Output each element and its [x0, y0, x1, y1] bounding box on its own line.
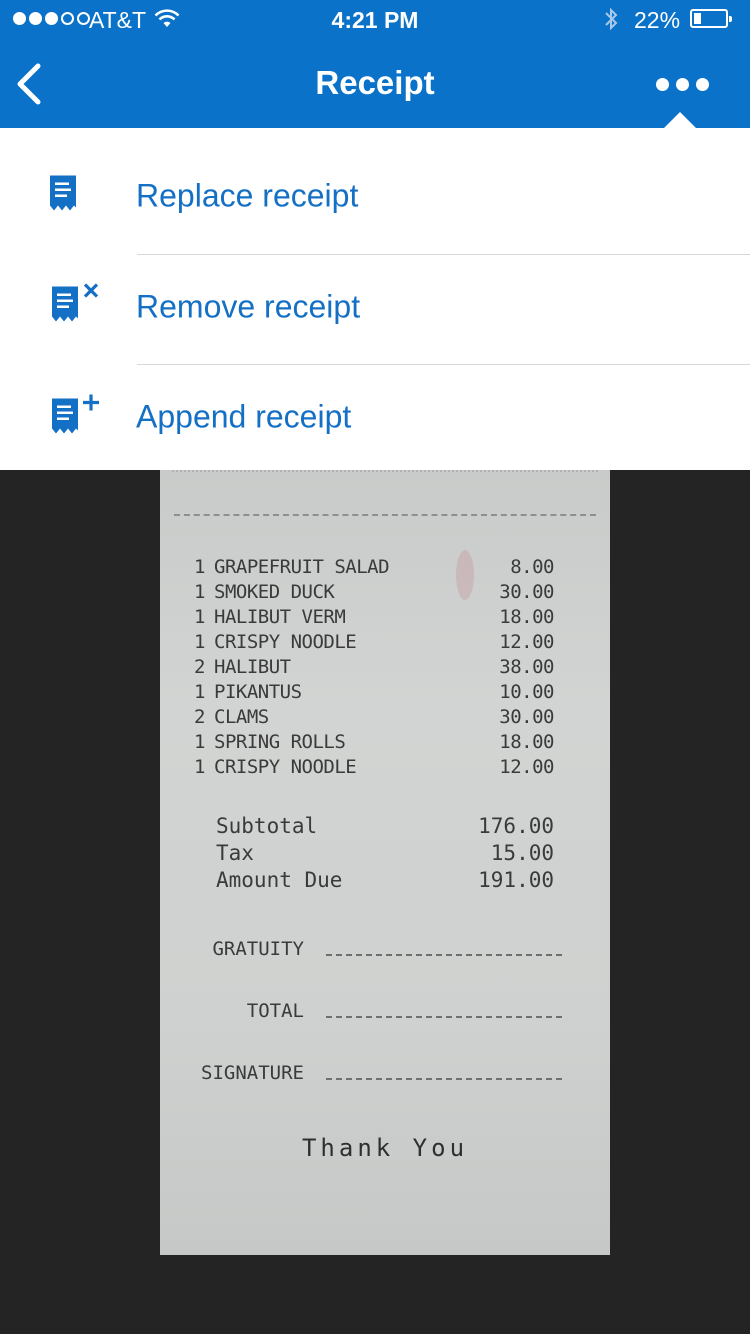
menu-item-label: Append receipt: [136, 398, 352, 435]
subtotal-row: Subtotal 176.00: [216, 814, 554, 841]
amount-due-row: Amount Due 191.00: [216, 868, 554, 895]
receipt-line-item: 2 HALIBUT 38.00: [194, 656, 554, 681]
receipt-line-item: 1 CRISPY NOODLE 12.00: [194, 756, 554, 781]
menu-item-label: Remove receipt: [136, 288, 361, 325]
menu-item-append-receipt[interactable]: Append receipt: [0, 369, 750, 479]
bluetooth-icon: [603, 6, 619, 38]
receipt-line-item: 1 PIKANTUS 10.00: [194, 681, 554, 706]
menu-item-replace-receipt[interactable]: Replace receipt: [0, 148, 750, 258]
menu-item-label: Replace receipt: [136, 177, 359, 214]
line-item-name: PIKANTUS: [214, 681, 302, 703]
receipt-line-item: 1 SPRING ROLLS 18.00: [194, 731, 554, 756]
line-item-name: HALIBUT: [214, 656, 291, 678]
line-item-name: HALIBUT VERM: [214, 606, 346, 628]
receipt-add-icon: [48, 393, 104, 442]
amount-due-label: Amount Due: [216, 868, 343, 892]
line-item-qty: 2: [194, 706, 205, 728]
battery-icon: [690, 9, 732, 28]
amount-due-value: 191.00: [478, 868, 554, 892]
subtotal-label: Subtotal: [216, 814, 318, 838]
receipt-line-item: 2 CLAMS 30.00: [194, 706, 554, 731]
tax-row: Tax 15.00: [216, 841, 554, 868]
signature-field: SIGNATURE: [160, 1062, 610, 1092]
line-item-name: SMOKED DUCK: [214, 581, 335, 603]
line-item-qty: 1: [194, 756, 205, 778]
line-item-qty: 2: [194, 656, 205, 678]
line-item-price: 18.00: [499, 731, 554, 753]
line-item-price: 12.00: [499, 756, 554, 778]
menu-item-remove-receipt[interactable]: Remove receipt: [0, 259, 750, 369]
line-item-name: GRAPEFRUIT SALAD: [214, 556, 390, 578]
more-dots-icon: [656, 78, 669, 91]
receipt-divider: [174, 514, 596, 516]
receipt-image: 1 GRAPEFRUIT SALAD 8.00 1 SMOKED DUCK 30.00 1 H…: [160, 470, 610, 1255]
receipt-line-item: 1 GRAPEFRUIT SALAD 8.00: [194, 556, 554, 581]
line-item-qty: 1: [194, 681, 205, 703]
gratuity-label: GRATUITY: [212, 938, 304, 960]
line-item-qty: 1: [194, 631, 205, 653]
line-item-name: CLAMS: [214, 706, 269, 728]
menu-divider: [137, 364, 750, 365]
line-item-price: 12.00: [499, 631, 554, 653]
line-item-name: SPRING ROLLS: [214, 731, 346, 753]
more-options-button[interactable]: [656, 78, 709, 91]
tax-label: Tax: [216, 841, 254, 865]
signature-label: SIGNATURE: [201, 1062, 304, 1084]
line-item-price: 30.00: [499, 581, 554, 603]
receipt-options-menu: Replace receipt Remove receipt Append re…: [0, 128, 750, 470]
battery-percent: 22%: [634, 7, 681, 33]
subtotal-value: 176.00: [478, 814, 554, 838]
menu-divider: [137, 254, 750, 255]
line-item-price: 8.00: [510, 556, 554, 578]
receipt-remove-icon: [48, 283, 104, 332]
receipt-line-item: 1 CRISPY NOODLE 12.00: [194, 631, 554, 656]
line-item-name: CRISPY NOODLE: [214, 756, 357, 778]
receipt-line-item: 1 HALIBUT VERM 18.00: [194, 606, 554, 631]
receipt-totals: Subtotal 176.00 Tax 15.00 Amount Due 191…: [216, 814, 554, 895]
line-item-price: 10.00: [499, 681, 554, 703]
tax-value: 15.00: [490, 841, 554, 865]
gratuity-field: GRATUITY: [160, 938, 610, 968]
receipt-items: 1 GRAPEFRUIT SALAD 8.00 1 SMOKED DUCK 30.00 1 H…: [194, 556, 554, 781]
line-item-qty: 1: [194, 556, 205, 578]
thank-you-text: Thank You: [301, 1134, 469, 1162]
line-item-qty: 1: [194, 581, 205, 603]
line-item-qty: 1: [194, 606, 205, 628]
total-field: TOTAL: [160, 1000, 610, 1030]
receipt-line-item: 1 SMOKED DUCK 30.00: [194, 581, 554, 606]
line-item-price: 38.00: [499, 656, 554, 678]
status-bar: AT&T 4:21 PM 22%: [0, 0, 750, 40]
line-item-price: 30.00: [499, 706, 554, 728]
receipt-icon: [48, 174, 80, 219]
menu-caret: [664, 112, 696, 128]
line-item-price: 18.00: [499, 606, 554, 628]
line-item-qty: 1: [194, 731, 205, 753]
top-bar: AT&T 4:21 PM 22% Receipt: [0, 0, 750, 128]
total-label: TOTAL: [246, 1000, 304, 1022]
page-title: Receipt: [315, 64, 435, 101]
line-item-name: CRISPY NOODLE: [214, 631, 357, 653]
